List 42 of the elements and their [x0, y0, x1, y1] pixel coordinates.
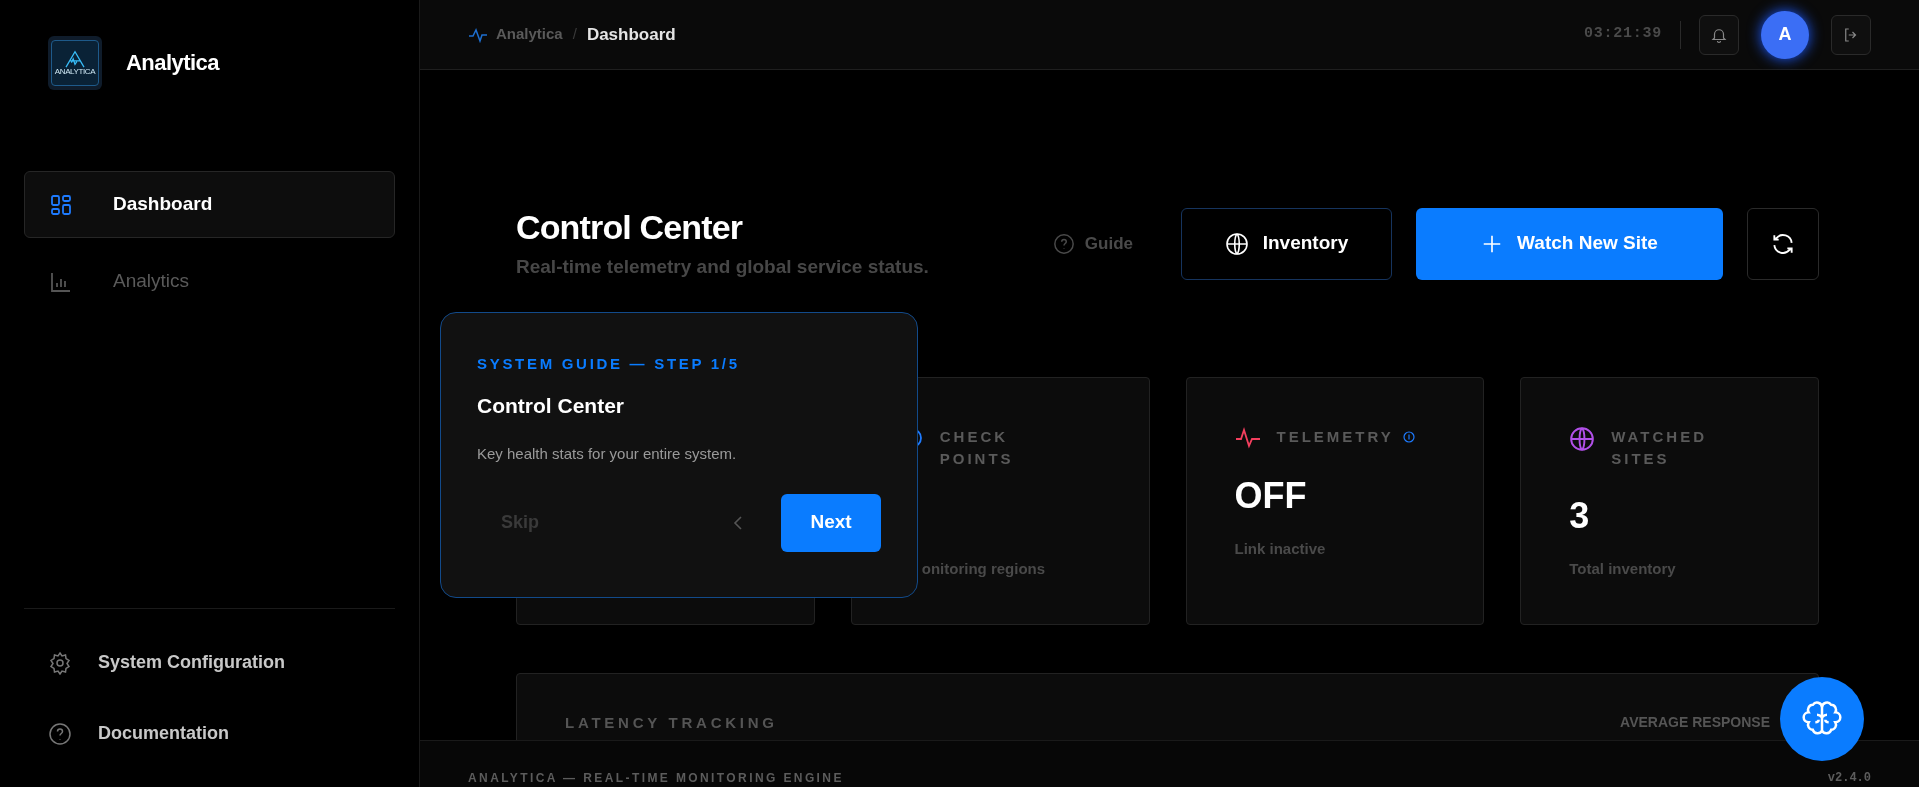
globe-icon — [1224, 231, 1249, 256]
breadcrumb-current: Dashboard — [586, 23, 676, 46]
help-icon — [48, 721, 72, 746]
panel-metric-label: AVERAGE RESPONSE — [1620, 713, 1770, 732]
sidebar-link[interactable]: System Configuration — [48, 649, 371, 676]
panel-title: LATENCY TRACKING — [565, 713, 778, 733]
settings-icon — [48, 650, 72, 675]
sidebar-item[interactable]: Analytics — [24, 248, 395, 315]
clock: 03:21:39 — [1584, 24, 1662, 45]
pulse-icon — [468, 26, 488, 43]
help-icon — [1052, 232, 1075, 255]
logo-caption: ANALYTICA — [54, 67, 96, 76]
stat-value: OFF — [1234, 474, 1308, 518]
stat-value: 3 — [1569, 494, 1591, 538]
stat-label: WATCHED SITES — [1611, 427, 1708, 469]
logout-button[interactable] — [1831, 14, 1871, 55]
guide-title: Control Center — [477, 392, 625, 419]
stat-caption: Link inactive — [1234, 539, 1327, 559]
stat-caption: Total inventory — [1569, 559, 1677, 579]
refresh-button[interactable] — [1747, 207, 1819, 280]
stat-label: CHECK POINTS — [939, 427, 1015, 469]
avatar[interactable]: A — [1761, 10, 1809, 59]
version-label: v2.4.0 — [1827, 771, 1871, 785]
next-button[interactable]: Next — [781, 493, 881, 552]
page-subtitle: Real-time telemetry and global service status. — [516, 254, 929, 279]
page-title: Control Center — [516, 207, 744, 248]
sidebar-item[interactable]: Dashboard — [24, 171, 395, 238]
brand-name: Analytica — [126, 49, 219, 77]
logo-mark-icon — [63, 49, 87, 68]
stat-caption: onitoring regions — [921, 559, 1047, 579]
guide-button[interactable]: Guide — [1052, 230, 1133, 257]
watch-new-site-button[interactable]: Watch New Site — [1416, 207, 1723, 280]
dashboard-grid-icon — [49, 192, 73, 217]
breadcrumb-link[interactable]: Analytica — [496, 23, 563, 46]
guide-description: Key health stats for your entire system. — [477, 444, 738, 464]
notifications-button[interactable] — [1699, 14, 1739, 55]
sidebar-link[interactable]: Documentation — [48, 720, 371, 747]
footer-text: ANALYTICA — REAL-TIME MONITORING ENGINE — [468, 771, 844, 785]
breadcrumb-separator: / — [572, 24, 577, 45]
stat-label: TELEMETRY — [1276, 427, 1395, 447]
guide-step-label: SYSTEM GUIDE — STEP 1/5 — [477, 354, 741, 374]
inventory-button[interactable]: Inventory — [1181, 207, 1392, 280]
